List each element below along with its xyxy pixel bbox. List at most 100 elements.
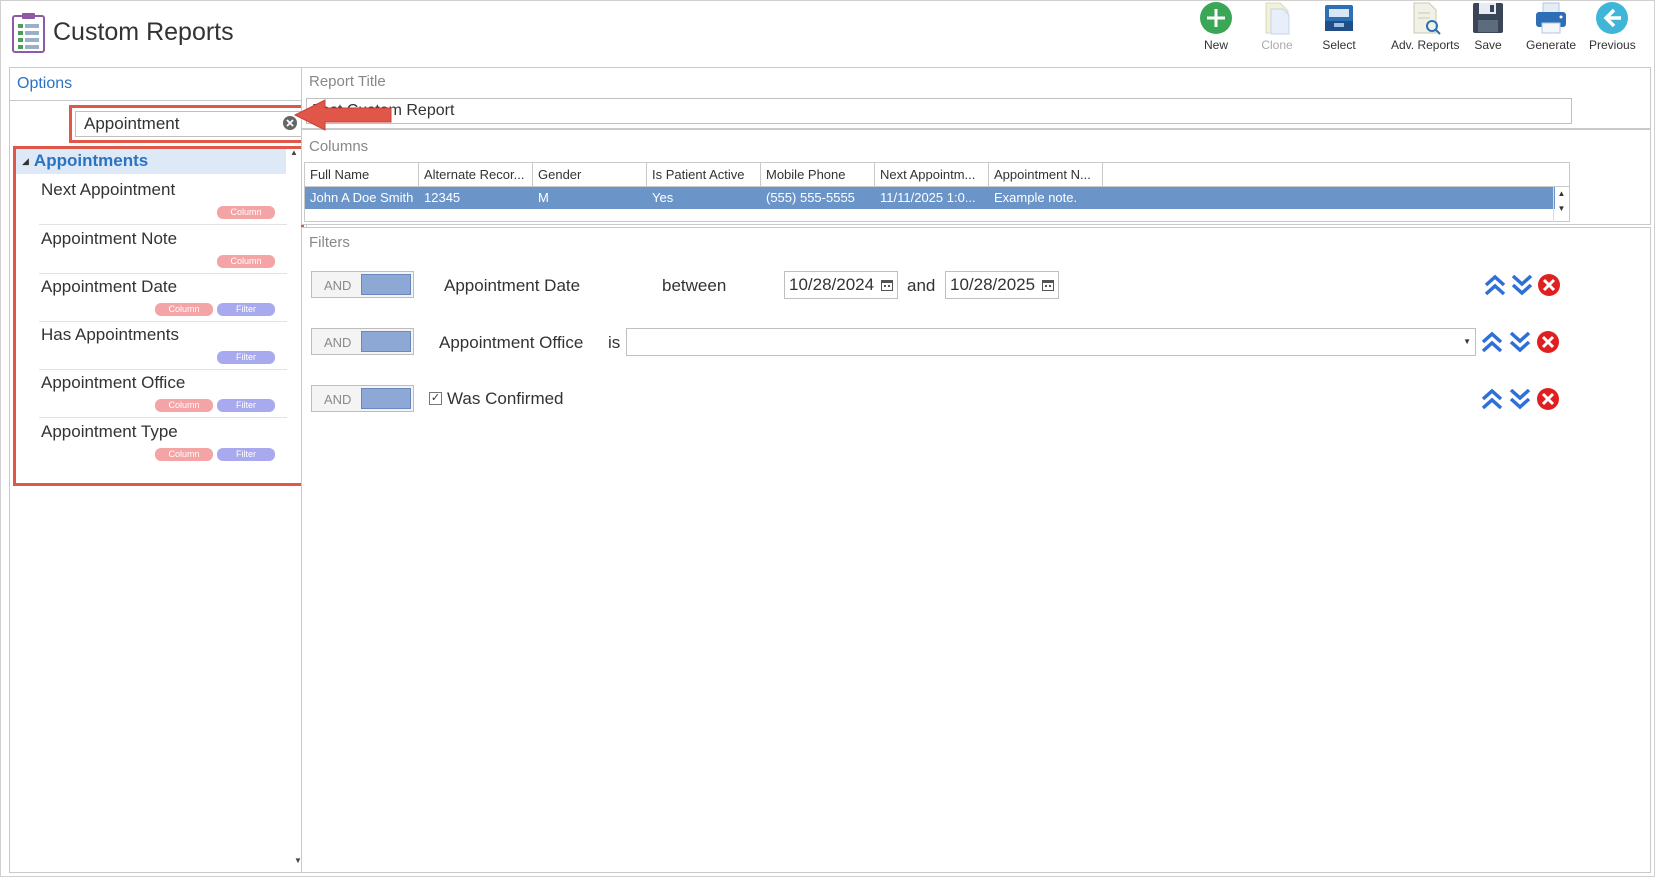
filter-field-label: Was Confirmed <box>447 389 564 408</box>
select-button[interactable]: Select <box>1322 1 1356 57</box>
option-label: Has Appointments <box>41 325 179 344</box>
filter-chip[interactable]: Filter <box>217 448 275 461</box>
scroll-down-arrow-icon[interactable]: ▼ <box>1554 204 1569 213</box>
column-chip[interactable]: Column <box>217 255 275 268</box>
scroll-up-arrow-icon[interactable]: ▲ <box>1554 189 1569 198</box>
select-label: Select <box>1322 38 1356 52</box>
move-up-icon[interactable] <box>1483 273 1507 297</box>
remove-filter-icon[interactable] <box>1536 387 1560 411</box>
calendar-icon[interactable] <box>1042 279 1054 291</box>
clone-label: Clone <box>1261 38 1293 52</box>
filters-label: Filters <box>309 234 350 251</box>
grid-cell: Yes <box>652 190 674 205</box>
adv-reports-label: Adv. Reports <box>1391 38 1460 52</box>
filter-operator[interactable]: between <box>662 276 726 296</box>
column-chip[interactable]: Column <box>155 399 213 412</box>
option-label: Next Appointment <box>41 180 176 199</box>
previous-button[interactable]: Previous <box>1589 1 1636 57</box>
was-confirmed-checkbox[interactable]: ✓ <box>429 392 442 405</box>
option-next-appointment[interactable]: Next Appointment Column <box>39 176 287 225</box>
generate-label: Generate <box>1526 38 1577 52</box>
grid-cell: 12345 <box>424 190 461 205</box>
toggle-knob <box>361 274 411 295</box>
filter-chip[interactable]: Filter <box>217 303 275 316</box>
and-or-toggle[interactable]: AND <box>311 385 414 412</box>
floppy-disk-icon <box>1473 3 1503 33</box>
filters-section: Filters AND Appointment Date between 10/… <box>301 227 1651 873</box>
table-row[interactable]: John A Doe Smith 12345 M Yes (555) 555-5… <box>305 187 1555 209</box>
and-or-toggle[interactable]: AND <box>311 328 414 355</box>
collapse-triangle-icon[interactable]: ◢ <box>22 156 29 166</box>
move-down-icon[interactable] <box>1510 273 1534 297</box>
clone-button[interactable]: Clone <box>1260 1 1294 57</box>
tree-group-appointments[interactable]: ◢ Appointments <box>16 149 286 174</box>
report-title-label: Report Title <box>309 73 386 90</box>
options-panel: Options ◢ Appointments ▲ Next Appointment… <box>9 67 309 873</box>
column-chip[interactable]: Column <box>155 448 213 461</box>
move-up-icon[interactable] <box>1480 387 1504 411</box>
option-label: Appointment Office <box>41 373 186 392</box>
grid-scrollbar[interactable]: ▲ ▼ <box>1553 187 1569 222</box>
report-editor: Report Title Columns Full Name Alternate… <box>301 67 1651 873</box>
header: Custom Reports New Clone Select Adv. Rep… <box>1 1 1654 63</box>
adv-reports-button[interactable]: Adv. Reports <box>1391 1 1459 57</box>
toggle-knob <box>361 388 411 409</box>
column-header[interactable]: Next Appointm... <box>875 163 989 187</box>
column-header[interactable]: Alternate Recor... <box>419 163 533 187</box>
column-header[interactable]: Full Name <box>305 163 419 187</box>
grid-header-row: Full Name Alternate Recor... Gender Is P… <box>305 163 1569 187</box>
date-from-input[interactable]: 10/28/2024 <box>784 271 898 299</box>
toggle-label: AND <box>324 335 352 350</box>
plus-circle-icon <box>1200 2 1232 34</box>
move-up-icon[interactable] <box>1480 330 1504 354</box>
filter-chip[interactable]: Filter <box>217 351 275 364</box>
chevron-down-icon[interactable]: ▼ <box>1463 337 1471 346</box>
date-to-input[interactable]: 10/28/2025 <box>945 271 1059 299</box>
search-highlight <box>69 105 309 143</box>
filter-field-label: Appointment Date <box>444 276 581 295</box>
document-search-icon <box>1413 2 1441 35</box>
option-appointment-type[interactable]: Appointment Type Column Filter <box>39 418 287 467</box>
column-header[interactable]: Gender <box>533 163 647 187</box>
move-down-icon[interactable] <box>1508 387 1532 411</box>
generate-button[interactable]: Generate <box>1526 1 1576 57</box>
custom-reports-window: Custom Reports New Clone Select Adv. Rep… <box>0 0 1655 877</box>
column-header[interactable]: Mobile Phone <box>761 163 875 187</box>
office-select[interactable]: ▼ <box>626 328 1476 356</box>
and-or-toggle[interactable]: AND <box>311 271 414 298</box>
grid-cell: John A Doe Smith <box>310 190 414 205</box>
previous-label: Previous <box>1589 38 1636 52</box>
toggle-label: AND <box>324 392 352 407</box>
calendar-icon[interactable] <box>881 279 893 291</box>
options-search-input[interactable] <box>75 111 303 137</box>
move-down-icon[interactable] <box>1508 330 1532 354</box>
column-header[interactable]: Appointment N... <box>989 163 1103 187</box>
callout-arrow-icon <box>293 99 392 131</box>
toggle-knob <box>361 331 411 352</box>
remove-filter-icon[interactable] <box>1536 330 1560 354</box>
option-appointment-office[interactable]: Appointment Office Column Filter <box>39 369 287 418</box>
columns-label: Columns <box>309 138 369 155</box>
grid-cell: 11/11/2025 1:0... <box>880 190 976 205</box>
report-title-input[interactable] <box>306 98 1572 124</box>
clone-document-icon <box>1265 2 1290 35</box>
scroll-up-arrow-icon[interactable]: ▲ <box>290 148 298 157</box>
options-header: Options <box>10 68 306 101</box>
filter-chip[interactable]: Filter <box>217 399 275 412</box>
save-button[interactable]: Save <box>1471 1 1505 57</box>
option-appointment-date[interactable]: Appointment Date Column Filter <box>39 273 287 322</box>
new-button[interactable]: New <box>1199 1 1233 57</box>
report-list-icon <box>12 13 45 53</box>
option-appointment-note[interactable]: Appointment Note Column <box>39 225 287 274</box>
filter-operator[interactable]: is <box>608 333 620 353</box>
remove-filter-icon[interactable] <box>1537 273 1561 297</box>
grid-cell: Example note. <box>994 190 1078 205</box>
option-has-appointments[interactable]: Has Appointments Filter <box>39 321 287 370</box>
column-header[interactable]: Is Patient Active <box>647 163 761 187</box>
grid-cell: (555) 555-5555 <box>766 190 855 205</box>
column-chip[interactable]: Column <box>155 303 213 316</box>
column-chip[interactable]: Column <box>217 206 275 219</box>
date-to-value: 10/28/2025 <box>950 275 1036 294</box>
group-label: Appointments <box>33 151 149 170</box>
report-title-section: Report Title <box>301 67 1651 129</box>
